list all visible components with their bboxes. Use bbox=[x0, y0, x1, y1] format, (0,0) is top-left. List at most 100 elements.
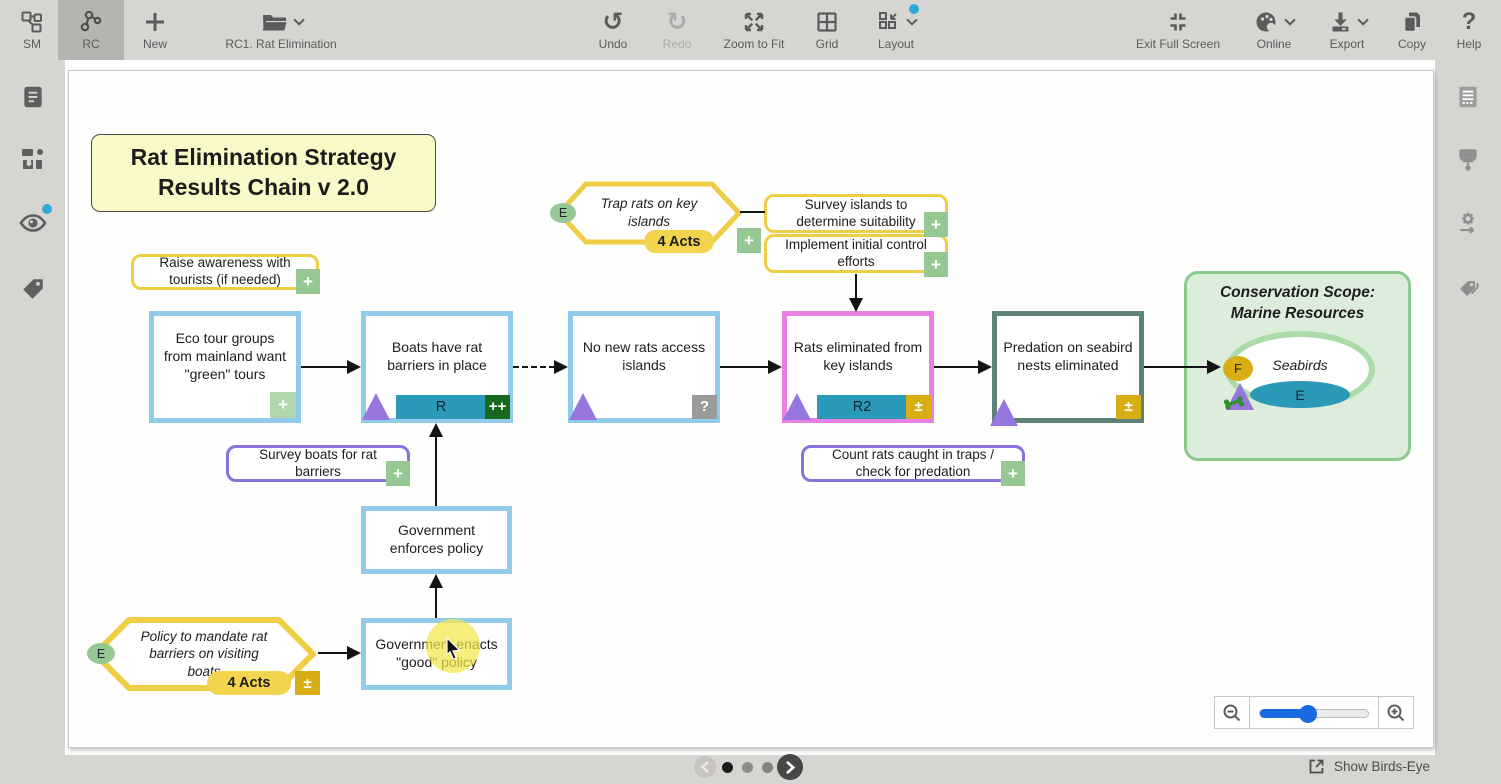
tag-sets-panel-button[interactable] bbox=[1451, 272, 1485, 306]
result-gov-enacts[interactable]: Government enacts "good" policy bbox=[361, 618, 512, 690]
arrow-head bbox=[1207, 360, 1221, 374]
target-f-badge[interactable]: F bbox=[1223, 356, 1253, 381]
arrow-line bbox=[1144, 366, 1208, 368]
paintbrush-icon bbox=[1455, 146, 1481, 172]
zoom-out-icon bbox=[1222, 703, 1242, 723]
next-page-button[interactable] bbox=[777, 754, 803, 780]
online-button[interactable]: Online bbox=[1237, 0, 1311, 60]
rating-badge[interactable]: ± bbox=[906, 395, 931, 419]
visibility-notification-dot bbox=[42, 204, 52, 214]
page-dot-2[interactable] bbox=[742, 762, 753, 773]
activity-implement-control[interactable]: Implement initial control efforts + bbox=[764, 234, 948, 273]
add-progress-badge[interactable]: + bbox=[270, 392, 296, 418]
summary-panel-button[interactable] bbox=[16, 80, 50, 114]
acts-count-badge[interactable]: 4 Acts bbox=[644, 230, 714, 253]
details-panel-button[interactable] bbox=[1451, 80, 1485, 114]
add-progress-badge[interactable]: + bbox=[296, 269, 320, 294]
arrow-head bbox=[554, 360, 568, 374]
add-progress-badge[interactable]: + bbox=[737, 228, 761, 253]
objective-triangle-badge[interactable] bbox=[569, 393, 597, 420]
page-dot-1-active[interactable] bbox=[722, 762, 733, 773]
strategy-map-icon bbox=[20, 8, 44, 36]
monitoring-survey-boats[interactable]: Survey boats for rat barriers + bbox=[226, 445, 410, 482]
help-button[interactable]: ? Help bbox=[1441, 0, 1497, 60]
undo-button[interactable]: ↺ Undo bbox=[581, 0, 645, 60]
rating-badge[interactable]: ± bbox=[295, 671, 320, 695]
zoom-control bbox=[1214, 696, 1414, 729]
monitoring-count-rats-label: Count rats caught in traps / check for p… bbox=[814, 447, 1012, 481]
arrow-line bbox=[301, 366, 348, 368]
objective-triangle-badge[interactable] bbox=[783, 393, 811, 420]
process-panel-button[interactable] bbox=[1451, 206, 1485, 240]
grid-icon bbox=[815, 8, 839, 36]
activity-survey-islands[interactable]: Survey islands to determine suitability … bbox=[764, 194, 948, 233]
arrow-line bbox=[435, 435, 437, 506]
indicator-badge[interactable]: R bbox=[396, 395, 486, 419]
activity-survey-islands-label: Survey islands to determine suitability bbox=[777, 197, 935, 231]
rating-badge[interactable]: ? bbox=[692, 395, 717, 419]
format-panel-button[interactable] bbox=[1451, 142, 1485, 176]
activity-raise-awareness[interactable]: Raise awareness with tourists (if needed… bbox=[131, 254, 319, 290]
arrow-line bbox=[855, 274, 857, 300]
result-rats-eliminated[interactable]: Rats eliminated from key islands R2 ± bbox=[782, 311, 934, 423]
right-sidebar bbox=[1435, 60, 1501, 784]
rating-badge[interactable]: ++ bbox=[485, 395, 510, 419]
new-button[interactable]: New bbox=[124, 0, 186, 60]
factors-icon bbox=[19, 146, 47, 172]
result-no-new-rats[interactable]: No new rats access islands ? bbox=[568, 311, 720, 423]
arrow-line bbox=[934, 366, 979, 368]
redo-button: ↻ Redo bbox=[645, 0, 709, 60]
visibility-panel-button[interactable] bbox=[16, 206, 50, 240]
rating-badge[interactable]: ± bbox=[1116, 395, 1141, 419]
page-dot-3[interactable] bbox=[762, 762, 773, 773]
add-progress-badge[interactable]: + bbox=[924, 252, 948, 277]
result-boats-barriers[interactable]: Boats have rat barriers in place R ++ bbox=[361, 311, 513, 423]
zoom-out-button[interactable] bbox=[1214, 696, 1250, 729]
add-progress-badge[interactable]: + bbox=[386, 461, 410, 486]
export-button[interactable]: Export bbox=[1311, 0, 1383, 60]
layout-label: Layout bbox=[878, 37, 914, 51]
factors-panel-button[interactable] bbox=[16, 142, 50, 176]
monitoring-count-rats[interactable]: Count rats caught in traps / check for p… bbox=[801, 445, 1025, 482]
export-icon bbox=[1328, 8, 1367, 36]
result-no-new-rats-label: No new rats access islands bbox=[579, 339, 709, 375]
evidence-badge[interactable]: E bbox=[87, 643, 115, 664]
show-birds-eye-button[interactable]: Show Birds-Eye bbox=[1308, 758, 1430, 775]
objective-triangle-badge[interactable] bbox=[362, 393, 390, 420]
open-diagram-button[interactable]: RC1. Rat Elimination bbox=[186, 0, 376, 60]
key-ecological-attribute-icon bbox=[1223, 396, 1249, 410]
copy-button[interactable]: Copy bbox=[1383, 0, 1441, 60]
zoom-in-button[interactable] bbox=[1378, 696, 1414, 729]
layout-button[interactable]: Layout bbox=[855, 0, 937, 60]
add-progress-badge[interactable]: + bbox=[1001, 461, 1025, 486]
zoom-slider-thumb[interactable] bbox=[1299, 705, 1317, 723]
target-e-badge[interactable]: E bbox=[1250, 381, 1350, 408]
strategy-trap-rats[interactable]: Trap rats on key islands E 4 Acts + bbox=[556, 181, 742, 245]
add-progress-badge[interactable]: + bbox=[924, 212, 948, 237]
zoom-slider[interactable] bbox=[1250, 696, 1378, 729]
tab-results-chain[interactable]: RC bbox=[58, 0, 124, 60]
result-predation-eliminated[interactable]: Predation on seabird nests eliminated ± bbox=[992, 311, 1144, 423]
result-gov-enforces[interactable]: Government enforces policy bbox=[361, 506, 512, 574]
result-eco-tour[interactable]: Eco tour groups from mainland want "gree… bbox=[149, 311, 301, 423]
evidence-badge[interactable]: E bbox=[550, 203, 576, 223]
result-gov-enforces-label: Government enforces policy bbox=[374, 522, 499, 558]
zoom-to-fit-label: Zoom to Fit bbox=[724, 37, 785, 51]
indicator-badge[interactable]: R2 bbox=[817, 395, 907, 419]
zoom-to-fit-button[interactable]: Zoom to Fit bbox=[709, 0, 799, 60]
arrow-head bbox=[768, 360, 782, 374]
copy-label: Copy bbox=[1398, 37, 1426, 51]
exit-full-screen-button[interactable]: Exit Full Screen bbox=[1119, 0, 1237, 60]
acts-count-badge[interactable]: 4 Acts bbox=[207, 671, 291, 695]
strategy-policy-mandate[interactable]: Policy to mandate rat barriers on visiti… bbox=[91, 616, 317, 692]
tags-panel-button[interactable] bbox=[16, 272, 50, 306]
objective-triangle-badge[interactable] bbox=[990, 399, 1018, 426]
tag-icon bbox=[20, 276, 46, 302]
zoom-slider-track[interactable] bbox=[1259, 709, 1369, 718]
plus-icon bbox=[143, 8, 167, 36]
activity-raise-awareness-label: Raise awareness with tourists (if needed… bbox=[144, 255, 306, 289]
diagram-canvas[interactable]: Rat Elimination Strategy Results Chain v… bbox=[68, 70, 1434, 748]
tab-strategy-map[interactable]: SM bbox=[6, 0, 58, 60]
grid-button[interactable]: Grid bbox=[799, 0, 855, 60]
diagram-title-box[interactable]: Rat Elimination Strategy Results Chain v… bbox=[91, 134, 436, 212]
